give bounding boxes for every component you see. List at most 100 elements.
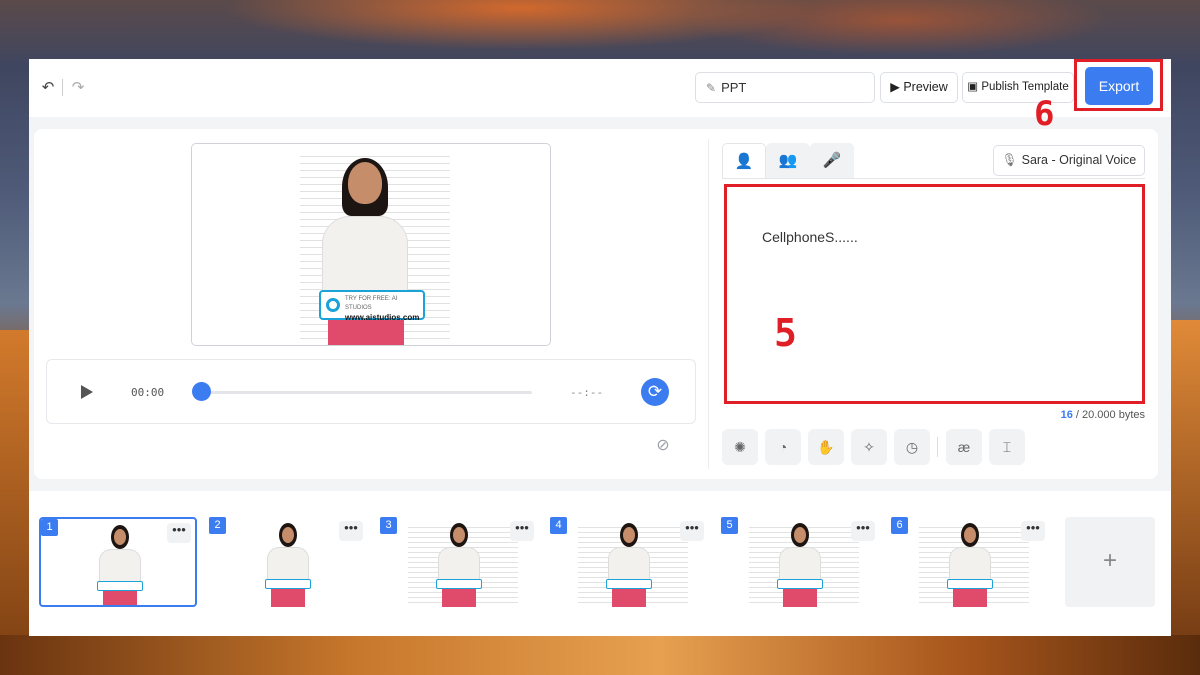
presenter-skirt [953, 589, 987, 607]
more-options-icon[interactable]: ••• [339, 521, 363, 541]
people-icon: 👥 [778, 152, 798, 169]
aistudios-watermark: TRY FOR FREE: AI STUDIOS www.aistudios.c… [319, 290, 425, 322]
redo-icon[interactable]: ↷ [69, 79, 87, 97]
slide-number: 1 [41, 519, 58, 536]
slide-number: 3 [380, 517, 397, 534]
person-icon: 👤 [734, 153, 754, 170]
ai-assist-icon[interactable]: ✺ [722, 429, 758, 465]
undo-icon[interactable]: ↶ [39, 79, 57, 97]
audio-tab[interactable]: 🎤 [810, 143, 854, 178]
annotation-step-6: 6 [1034, 94, 1055, 134]
bytes-used: 16 [1060, 409, 1073, 421]
slide-thumbnail[interactable]: 3 ••• [380, 517, 538, 607]
text-replace-icon[interactable]: ⌶ [989, 429, 1025, 465]
presenter-skirt [612, 589, 646, 607]
speed-gauge-icon[interactable]: ◔ [765, 429, 801, 465]
slide-thumbnail[interactable]: 2 ••• [209, 517, 367, 607]
presenter-face [623, 527, 635, 543]
slide-strip: 1 ••• 2 ••• 3 ••• 4 ••• 5 ••• 6 ••• + [29, 491, 1171, 636]
slide-presenter [434, 523, 484, 607]
template-icon: ▣ [967, 81, 979, 93]
tools-divider [937, 437, 938, 457]
more-options-icon[interactable]: ••• [167, 523, 191, 543]
more-options-icon[interactable]: ••• [1021, 521, 1045, 541]
slide-number: 4 [550, 517, 567, 534]
watermark-url: www.aistudios.com [345, 313, 420, 322]
regenerate-icon[interactable]: ⟳ [641, 378, 669, 406]
tabs-underline [722, 178, 1145, 179]
slide-watermark [436, 579, 482, 589]
group-tab[interactable]: 👥 [766, 143, 810, 178]
slide-number: 2 [209, 517, 226, 534]
export-highlight-box [1074, 59, 1163, 111]
toolbar-divider [62, 79, 63, 96]
slide-number: 6 [891, 517, 908, 534]
microphone-icon: 🎤 [822, 152, 842, 169]
presenter-skirt [442, 589, 476, 607]
current-time: 00:00 [131, 386, 165, 399]
play-icon: ▶ [890, 80, 900, 94]
script-textarea[interactable]: CellphoneS...... [724, 184, 1145, 404]
presenter-face [282, 527, 294, 543]
pronunciation-icon[interactable]: æ [946, 429, 982, 465]
presenter-skirt [103, 591, 137, 605]
presenter-face [964, 527, 976, 543]
progress-track[interactable] [202, 391, 532, 394]
presenter-face [453, 527, 465, 543]
publish-template-button[interactable]: ▣ Publish Template [962, 72, 1074, 103]
play-icon[interactable] [81, 385, 93, 399]
script-text: CellphoneS...... [762, 229, 858, 245]
add-slide-button[interactable]: + [1065, 517, 1155, 607]
editor-window: ↶ ↷ ✎ PPT ▶ Preview ▣ Publish Template Ex… [29, 59, 1171, 636]
aistudios-logo-icon [326, 298, 340, 312]
selected-voice: Sara - Original Voice [1021, 153, 1137, 167]
slide-watermark [606, 579, 652, 589]
presenter-face [794, 527, 806, 543]
slide-presenter [604, 523, 654, 607]
audio-player: 00:00 --:-- ⟳ [46, 359, 696, 424]
slide-presenter [95, 525, 145, 605]
publish-template-label: Publish Template [981, 81, 1069, 93]
pencil-icon: ✎ [706, 81, 717, 95]
avatar-tab[interactable]: 👤 [722, 143, 766, 178]
watermark-tagline: TRY FOR FREE: AI STUDIOS [345, 296, 398, 311]
project-title-field[interactable]: ✎ PPT [695, 72, 875, 103]
end-time: --:-- [570, 386, 604, 399]
slide-thumbnail[interactable]: 1 ••• [39, 517, 197, 607]
pause-clock-icon[interactable]: ◷ [894, 429, 930, 465]
gesture-hand-icon[interactable]: ✋ [808, 429, 844, 465]
panel-divider [708, 139, 709, 469]
preview-button[interactable]: ▶ Preview [880, 72, 958, 103]
magic-star-icon[interactable]: ✧ [851, 429, 887, 465]
slide-thumbnail[interactable]: 6 ••• [891, 517, 1049, 607]
preview-label: Preview [903, 80, 948, 94]
camera-off-icon[interactable]: ⊘ [650, 435, 676, 457]
project-title-value: PPT [721, 80, 747, 95]
slide-presenter [945, 523, 995, 607]
slide-presenter [775, 523, 825, 607]
presenter-skirt [271, 589, 305, 607]
microphone-icon: 🎙 [1001, 153, 1018, 167]
script-tabs: 👤 👥 🎤 [722, 143, 856, 178]
slide-thumbnail[interactable]: 5 ••• [721, 517, 879, 607]
more-options-icon[interactable]: ••• [851, 521, 875, 541]
slide-presenter [263, 523, 313, 607]
presenter-skirt [783, 589, 817, 607]
more-options-icon[interactable]: ••• [680, 521, 704, 541]
slide-number: 5 [721, 517, 738, 534]
voice-selector[interactable]: 🎙 Sara - Original Voice [993, 145, 1145, 176]
bytes-limit: / 20.000 bytes [1075, 409, 1145, 421]
background-dune-bottom [0, 635, 1200, 675]
more-options-icon[interactable]: ••• [510, 521, 534, 541]
top-toolbar: ↶ ↷ ✎ PPT ▶ Preview ▣ Publish Template Ex… [29, 59, 1171, 134]
presenter-face [348, 162, 382, 204]
editor-panel: TRY FOR FREE: AI STUDIOS www.aistudios.c… [34, 129, 1158, 479]
presenter-face [114, 529, 126, 545]
scene-preview[interactable]: TRY FOR FREE: AI STUDIOS www.aistudios.c… [191, 143, 551, 346]
slide-watermark [947, 579, 993, 589]
progress-thumb[interactable] [192, 382, 211, 401]
slide-thumbnail[interactable]: 4 ••• [550, 517, 708, 607]
slide-watermark [265, 579, 311, 589]
slide-watermark [777, 579, 823, 589]
slide-watermark [97, 581, 143, 591]
